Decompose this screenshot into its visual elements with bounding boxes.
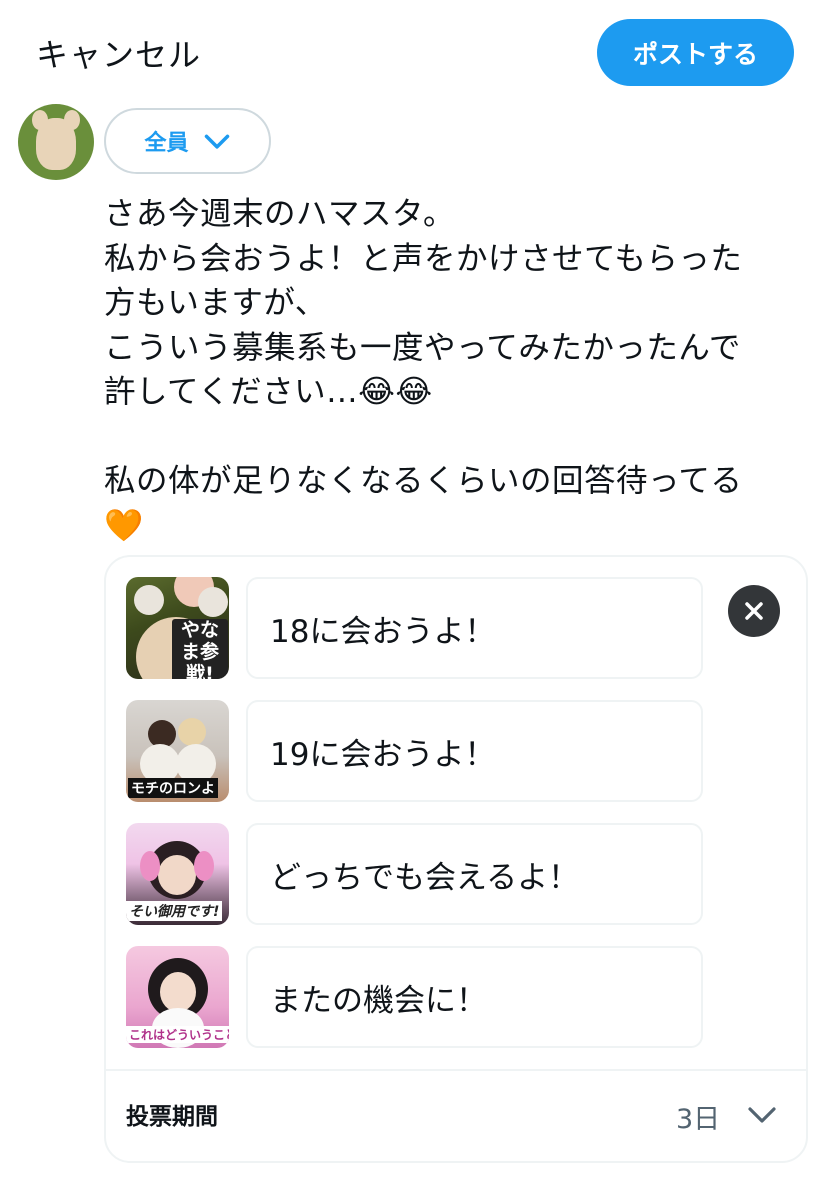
remove-poll-button[interactable] <box>728 585 780 637</box>
thumb-caption: モチのロンよ <box>128 778 218 798</box>
tweet-line: 許してください…😂😂 <box>104 374 433 410</box>
tweet-line: 私から会おうよ！と声をかけさせてもらった <box>104 240 743 277</box>
thumb-caption: そい御用です! <box>126 901 223 921</box>
poll-duration-label: 投票期間 <box>126 1104 218 1130</box>
poll-choice-input[interactable]: 18に会おうよ！ <box>246 577 703 679</box>
chevron-down-icon[interactable] <box>742 1097 782 1133</box>
poll-choice-input[interactable]: またの機会に！ <box>246 946 703 1048</box>
tweet-line: こういう募集系も一度やってみたかったんで <box>104 329 741 366</box>
cancel-button[interactable]: キャンセル <box>36 30 201 76</box>
tweet-line: 方もいますが、 <box>104 285 327 321</box>
option-thumbnail[interactable]: やなま参戦! <box>126 577 229 679</box>
poll-option: これはどういうこと またの機会に！ <box>126 946 706 1048</box>
option-thumbnail[interactable]: そい御用です! <box>126 823 229 925</box>
poll-duration-value[interactable]: 3日 <box>676 1097 720 1136</box>
audience-selector[interactable]: 全員 <box>104 108 271 174</box>
poll-card: やなま参戦! 18に会おうよ！ モチのロンよ 19に会おうよ！ そい御用です! … <box>104 555 808 1163</box>
tweet-line: 🧡 <box>104 507 144 544</box>
tweet-text-area[interactable]: さあ今週末のハマスタ。 私から会おうよ！と声をかけさせてもらった 方もいますが、… <box>104 192 804 548</box>
poll-option: そい御用です! どっちでも会えるよ！ <box>126 823 706 925</box>
tweet-line: さあ今週末のハマスタ。 <box>104 196 456 232</box>
option-thumbnail[interactable]: これはどういうこと <box>126 946 229 1048</box>
poll-option: モチのロンよ 19に会おうよ！ <box>126 700 706 802</box>
poll-choice-input[interactable]: どっちでも会えるよ！ <box>246 823 703 925</box>
poll-choice-input[interactable]: 19に会おうよ！ <box>246 700 703 802</box>
poll-option: やなま参戦! 18に会おうよ！ <box>126 577 706 679</box>
thumb-caption: これはどういうこと <box>126 1026 229 1043</box>
close-icon <box>745 602 763 620</box>
option-thumbnail[interactable]: モチのロンよ <box>126 700 229 802</box>
tweet-line <box>104 415 804 460</box>
chevron-down-icon <box>204 134 229 149</box>
divider <box>106 1069 806 1071</box>
post-button[interactable]: ポストする <box>597 19 794 86</box>
audience-label: 全員 <box>144 131 189 156</box>
tweet-line: 私の体が足りなくなるくらいの回答待ってる <box>104 463 743 499</box>
avatar <box>18 104 94 180</box>
thumb-caption: やなま参戦! <box>172 619 228 679</box>
